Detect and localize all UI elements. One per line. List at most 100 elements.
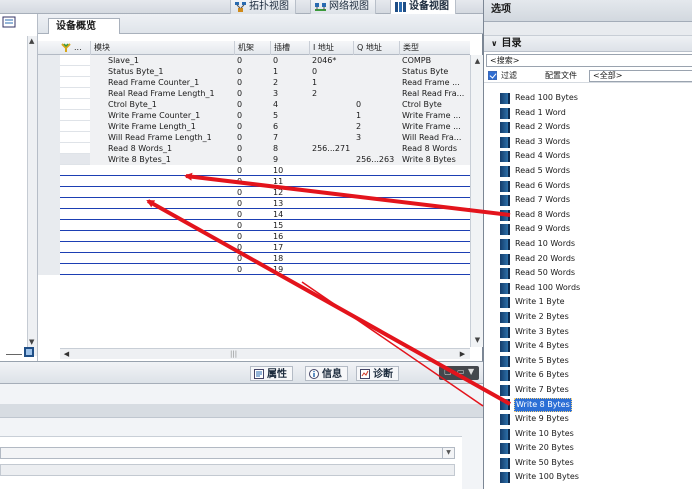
column-type[interactable]: 类型 <box>399 41 470 55</box>
scroll-left-icon[interactable]: ◀ <box>62 350 71 359</box>
cell-i-addr[interactable] <box>309 176 353 187</box>
table-row[interactable]: 0 15 <box>38 220 470 231</box>
restore-icon[interactable]: ▢ <box>444 367 452 376</box>
cell-i-addr[interactable]: 1 <box>309 77 353 88</box>
inspector-window-controls[interactable]: ▢ ▭ ▼ <box>439 366 479 380</box>
row-gutter[interactable] <box>38 99 60 110</box>
catalog-item[interactable]: Read 9 Words <box>500 222 692 237</box>
module-filter-icon[interactable] <box>61 43 71 53</box>
tab-diagnostics[interactable]: 诊断 <box>356 366 399 381</box>
table-row[interactable]: 0 13 <box>38 198 470 209</box>
table-row[interactable]: Write Frame Length_1 0 6 2 Write Frame ... <box>38 121 470 132</box>
cell-type[interactable]: Will Read Fra... <box>399 132 470 143</box>
cell-type[interactable] <box>399 209 470 220</box>
cell-module[interactable]: Ctrol Byte_1 <box>90 99 234 110</box>
cell-module[interactable] <box>90 242 234 253</box>
cell-q-addr[interactable]: 3 <box>353 132 399 143</box>
cell-rack[interactable]: 0 <box>234 77 270 88</box>
row-gutter[interactable] <box>38 165 60 176</box>
cell-i-addr[interactable]: 2046* <box>309 55 353 66</box>
cell-module[interactable]: Read 8 Words_1 <box>90 143 234 154</box>
cell-slot[interactable]: 7 <box>270 132 309 143</box>
cell-q-addr[interactable] <box>353 264 399 275</box>
row-gutter[interactable] <box>38 77 60 88</box>
table-row[interactable]: Will Read Frame Length_1 0 7 3 Will Read Fra… <box>38 132 470 143</box>
collapse-icon[interactable]: ▼ <box>468 367 474 376</box>
cell-module[interactable] <box>90 220 234 231</box>
tab-device-overview[interactable]: 设备概览 <box>48 18 120 34</box>
cell-rack[interactable]: 0 <box>234 99 270 110</box>
cell-module[interactable]: Slave_1 <box>90 55 234 66</box>
cell-type[interactable] <box>399 264 470 275</box>
cell-i-addr[interactable] <box>309 253 353 264</box>
cell-rack[interactable]: 0 <box>234 264 270 275</box>
cell-type[interactable] <box>399 231 470 242</box>
scroll-up-icon[interactable]: ▲ <box>473 57 482 66</box>
cell-rack[interactable]: 0 <box>234 231 270 242</box>
cell-i-addr[interactable]: 256...271 <box>309 143 353 154</box>
cell-i-addr[interactable] <box>309 242 353 253</box>
cell-slot[interactable]: 9 <box>270 154 309 165</box>
catalog-item[interactable]: Read 50 Words <box>500 266 692 281</box>
filter-checkbox[interactable] <box>488 71 497 80</box>
catalog-item[interactable]: Write 100 Bytes <box>500 470 692 485</box>
cell-module[interactable]: Status Byte_1 <box>90 66 234 77</box>
cell-rack[interactable]: 0 <box>234 88 270 99</box>
cell-q-addr[interactable] <box>353 66 399 77</box>
table-row[interactable]: 0 11 <box>38 176 470 187</box>
cell-i-addr[interactable] <box>309 121 353 132</box>
cell-module[interactable] <box>90 165 234 176</box>
chevron-down-icon[interactable]: ▼ <box>442 448 454 458</box>
tab-info[interactable]: 信息 <box>305 366 348 381</box>
cell-slot[interactable]: 6 <box>270 121 309 132</box>
row-gutter[interactable] <box>38 55 60 66</box>
inspector-field[interactable] <box>0 464 455 476</box>
overview-settings-icon[interactable] <box>24 347 34 357</box>
catalog-search-input[interactable]: <搜索> <box>486 54 692 67</box>
table-row[interactable]: 0 17 <box>38 242 470 253</box>
cell-i-addr[interactable] <box>309 132 353 143</box>
cell-module[interactable] <box>90 253 234 264</box>
cell-rack[interactable]: 0 <box>234 198 270 209</box>
cell-i-addr[interactable] <box>309 231 353 242</box>
tab-network-view[interactable]: 网络视图 <box>310 0 376 14</box>
row-gutter[interactable] <box>38 176 60 187</box>
cell-module[interactable]: Write 8 Bytes_1 <box>90 154 234 165</box>
cell-slot[interactable]: 13 <box>270 198 309 209</box>
cell-rack[interactable]: 0 <box>234 209 270 220</box>
cell-q-addr[interactable] <box>353 242 399 253</box>
catalog-item[interactable]: Read 7 Words <box>500 193 692 208</box>
cell-module[interactable] <box>90 198 234 209</box>
cell-rack[interactable]: 0 <box>234 132 270 143</box>
cell-q-addr[interactable]: 256...263 <box>353 154 399 165</box>
cell-q-addr[interactable] <box>353 220 399 231</box>
cell-type[interactable]: Ctrol Byte <box>399 99 470 110</box>
catalog-item[interactable]: Read 5 Words <box>500 164 692 179</box>
cell-module[interactable]: Write Frame Length_1 <box>90 121 234 132</box>
cell-type[interactable] <box>399 165 470 176</box>
cell-type[interactable] <box>399 187 470 198</box>
scroll-right-icon[interactable]: ▶ <box>458 350 467 359</box>
table-row[interactable]: 0 10 <box>38 165 470 176</box>
catalog-item[interactable]: Read 8 Words <box>500 208 692 223</box>
cell-module[interactable] <box>90 264 234 275</box>
catalog-item[interactable]: Read 3 Words <box>500 135 692 150</box>
cell-i-addr[interactable] <box>309 165 353 176</box>
cell-rack[interactable]: 0 <box>234 154 270 165</box>
cell-q-addr[interactable]: 0 <box>353 99 399 110</box>
column-i-address[interactable]: I 地址 <box>309 41 353 55</box>
table-horizontal-scrollbar[interactable]: ◀ ||| ▶ <box>60 348 470 359</box>
table-row[interactable]: 0 14 <box>38 209 470 220</box>
device-overview-toggle-icon[interactable] <box>2 16 16 28</box>
catalog-item[interactable]: Read 10 Words <box>500 237 692 252</box>
row-gutter[interactable] <box>38 220 60 231</box>
cell-rack[interactable]: 0 <box>234 66 270 77</box>
profile-select[interactable]: <全部> <box>589 70 692 82</box>
cell-i-addr[interactable] <box>309 154 353 165</box>
cell-slot[interactable]: 10 <box>270 165 309 176</box>
inspector-dropdown[interactable]: ▼ <box>0 447 455 459</box>
cell-type[interactable]: Write Frame ... <box>399 121 470 132</box>
cell-slot[interactable]: 16 <box>270 231 309 242</box>
cell-rack[interactable]: 0 <box>234 176 270 187</box>
table-row[interactable]: Real Read Frame Length_1 0 3 2 Real Read Fra… <box>38 88 470 99</box>
